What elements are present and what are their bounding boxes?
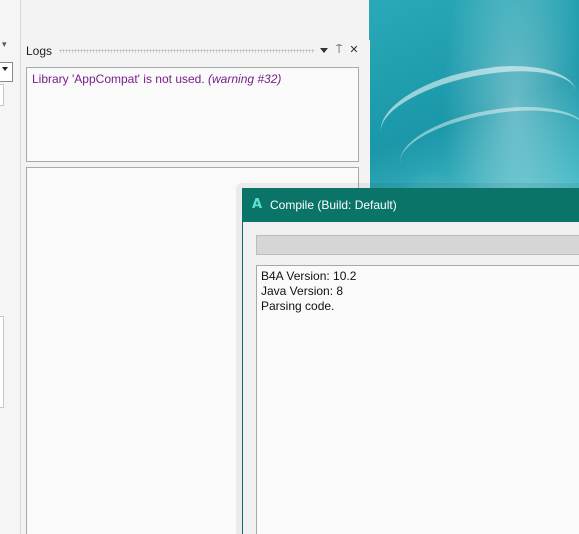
panel-menu-button[interactable] [317,43,331,57]
b4a-app-icon: A [252,197,263,212]
left-box-lower [0,316,4,408]
compile-dialog: A Compile (Build: Default) B4A Version: … [242,188,579,534]
log-message-detail: (warning #32) [208,72,282,86]
output-line: Parsing code. [261,299,335,313]
left-dropdown[interactable] [0,62,13,82]
close-icon[interactable]: ✕ [347,43,361,57]
left-ide-strip: ▾ [0,0,21,534]
dialog-titlebar[interactable]: A Compile (Build: Default) [243,188,579,222]
log-message[interactable]: Library 'AppCompat' is not used. (warnin… [32,72,281,86]
output-line: Java Version: 8 [261,284,344,298]
log-message-text: Library 'AppCompat' is not used. [32,72,209,86]
compile-progress-bar [256,235,579,255]
dialog-title: Compile (Build: Default) [270,198,397,212]
left-box-upper [0,84,4,106]
log-messages-list[interactable]: Library 'AppCompat' is not used. (warnin… [26,67,359,162]
compile-output-log[interactable]: B4A Version: 10.2 Java Version: 8 Parsin… [256,265,579,534]
drag-grip[interactable] [59,49,315,53]
logs-panel-header[interactable]: Logs ⍑ ✕ [21,40,370,62]
chevron-down-icon [320,47,328,53]
output-line: B4A Version: 10.2 [261,269,357,283]
pin-icon[interactable]: ⍑ [332,43,346,57]
logs-panel-title: Logs [26,44,53,58]
screen: ▾ Logs ⍑ ✕ Library 'AppCompat' is not us… [0,0,579,534]
chevron-down-icon [2,67,8,71]
overflow-menu-icon[interactable]: ▾ [2,40,7,50]
